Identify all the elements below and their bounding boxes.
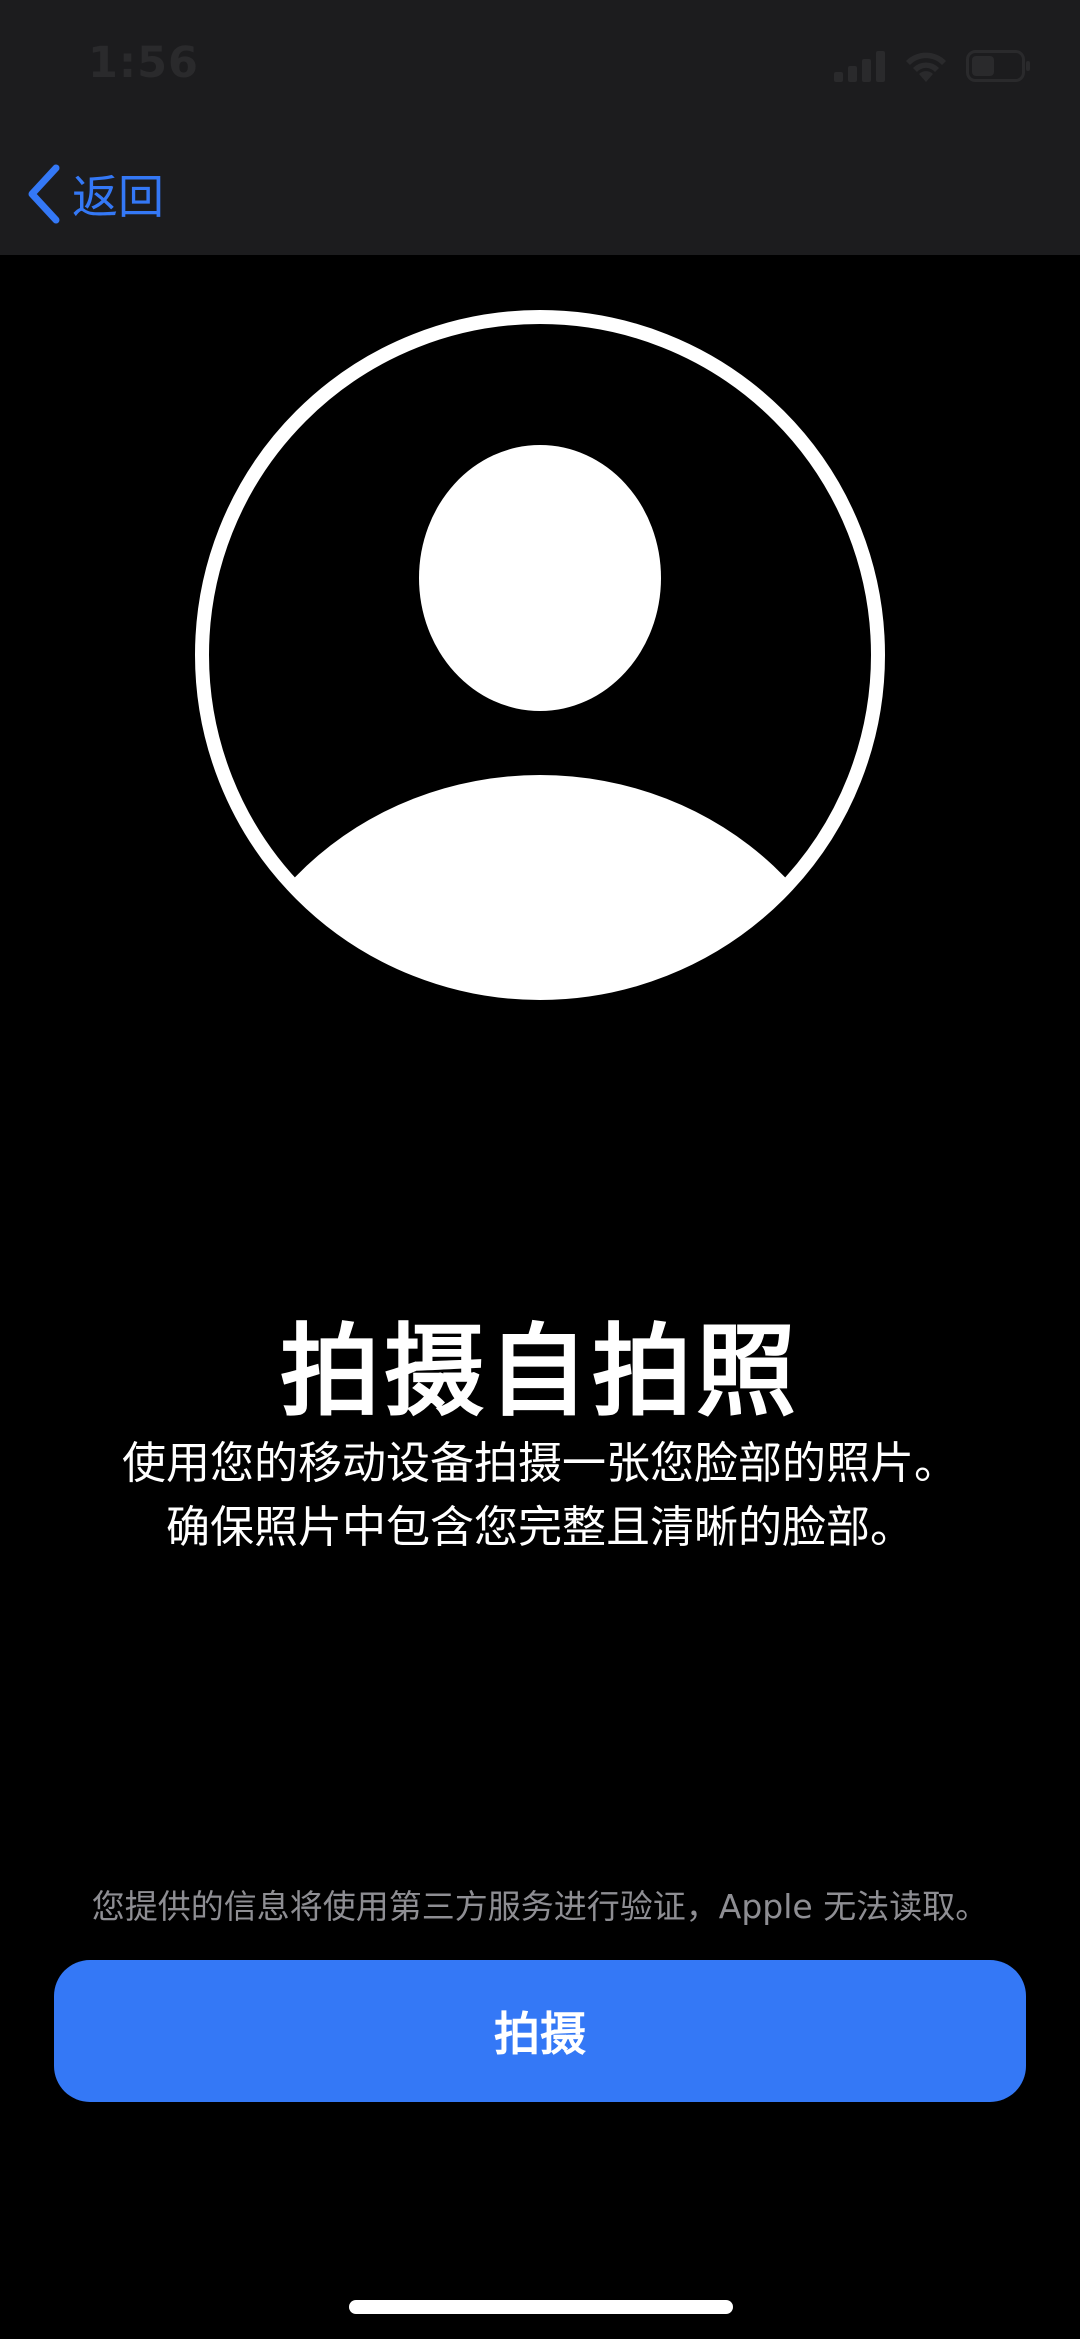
back-button[interactable]: 返回 bbox=[24, 158, 164, 230]
capture-button[interactable]: 拍摄 bbox=[54, 1960, 1026, 2102]
back-label: 返回 bbox=[72, 170, 164, 224]
nav-bar: 返回 bbox=[0, 140, 1080, 255]
signal-icon bbox=[834, 51, 885, 82]
avatar bbox=[190, 305, 890, 1005]
description: 使用您的移动设备拍摄一张您脸部的照片。 确保照片中包含您完整且清晰的脸部。 bbox=[40, 1432, 1040, 1560]
description-line: 使用您的移动设备拍摄一张您脸部的照片。 bbox=[122, 1438, 958, 1489]
battery-icon bbox=[966, 50, 1030, 82]
status-icons bbox=[834, 46, 1032, 86]
chevron-left-icon bbox=[28, 164, 60, 224]
page-title: 拍摄自拍照 bbox=[280, 1313, 800, 1430]
person-silhouette-icon bbox=[195, 310, 885, 1000]
status-time: 1:56 bbox=[88, 38, 199, 88]
home-indicator[interactable] bbox=[349, 2300, 733, 2314]
disclaimer-text: 您提供的信息将使用第三方服务进行验证，Apple 无法读取。 bbox=[91, 1887, 989, 1926]
capture-button-label: 拍摄 bbox=[494, 2007, 586, 2061]
status-bar: 1:56 bbox=[0, 0, 1080, 140]
description-line: 确保照片中包含您完整且清晰的脸部。 bbox=[166, 1502, 914, 1553]
wifi-icon bbox=[906, 52, 946, 82]
